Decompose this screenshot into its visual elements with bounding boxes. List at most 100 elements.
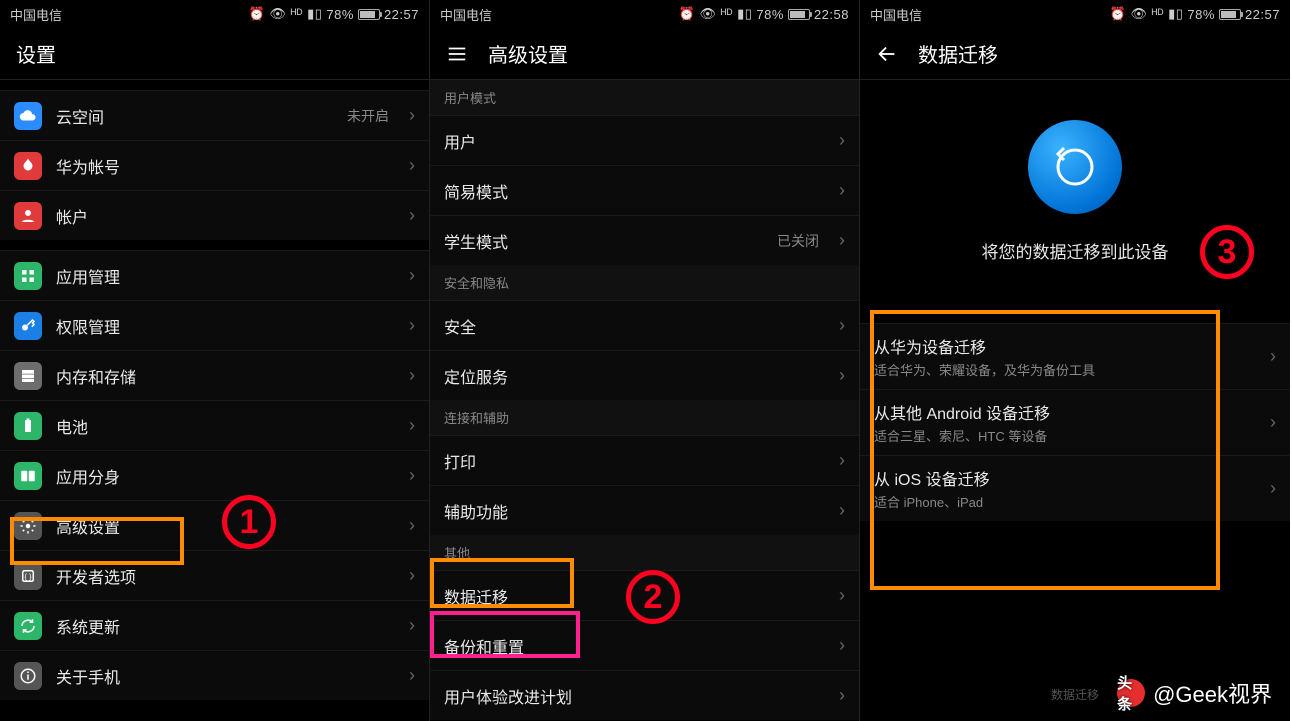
clock: 22:57 bbox=[384, 7, 419, 22]
row-label: 关于手机 bbox=[56, 664, 395, 688]
carrier-label: 中国电信 bbox=[870, 5, 922, 24]
row-label: 备份和重置 bbox=[444, 634, 825, 658]
advanced-settings-list: 用户模式用户›简易模式›学生模式已关闭›安全和隐私安全›定位服务›连接和辅助打印… bbox=[430, 80, 859, 720]
about-phone-icon bbox=[14, 662, 42, 690]
row-accessibility[interactable]: 辅助功能› bbox=[430, 485, 859, 535]
option-title: 从 iOS 设备迁移 bbox=[874, 466, 1260, 490]
battery-icon bbox=[788, 9, 810, 20]
status-icons: ⏰ 👁 ᴴᴰ ▮▯ bbox=[1110, 6, 1184, 22]
option-title: 从其他 Android 设备迁移 bbox=[874, 400, 1260, 424]
row-label: 应用管理 bbox=[56, 264, 395, 288]
menu-icon[interactable] bbox=[446, 43, 468, 65]
permission-mgmt-icon bbox=[14, 312, 42, 340]
row-student-mode[interactable]: 学生模式已关闭› bbox=[430, 215, 859, 265]
carrier-label: 中国电信 bbox=[10, 5, 62, 24]
chevron-right-icon: › bbox=[409, 515, 415, 536]
row-simple-mode[interactable]: 简易模式 › bbox=[430, 165, 859, 215]
row-label: 权限管理 bbox=[56, 314, 395, 338]
screens-container: 中国电信 ⏰ 👁 ᴴᴰ ▮▯ 78% 22:57 设置 云空间未开启›华为帐号›… bbox=[0, 0, 1292, 721]
row-data-migration[interactable]: 数据迁移 › bbox=[430, 570, 859, 620]
option-subtitle: 适合 iPhone、iPad bbox=[874, 492, 1260, 511]
app-header: 设置 bbox=[0, 28, 429, 80]
page-title: 设置 bbox=[16, 39, 56, 68]
row-app-twin[interactable]: 应用分身 › bbox=[0, 450, 429, 500]
app-header: 高级设置 bbox=[430, 28, 859, 80]
back-icon[interactable] bbox=[876, 43, 898, 65]
developer-options-icon: { } bbox=[14, 562, 42, 590]
row-app-management[interactable]: 应用管理 › bbox=[0, 250, 429, 300]
row-label: 系统更新 bbox=[56, 614, 395, 638]
migration-options: 从华为设备迁移适合华为、荣耀设备，及华为备份工具 › 从其他 Android 设备迁… bbox=[860, 283, 1290, 521]
section-header: 安全和隐私 bbox=[430, 265, 859, 300]
row-security[interactable]: 安全› bbox=[430, 300, 859, 350]
row-label: 内存和存储 bbox=[56, 364, 395, 388]
chevron-right-icon: › bbox=[839, 585, 845, 606]
option-subtitle: 适合华为、荣耀设备，及华为备份工具 bbox=[874, 360, 1260, 379]
row-label: 高级设置 bbox=[56, 514, 395, 538]
system-update-icon bbox=[14, 612, 42, 640]
settings-list: 云空间未开启›华为帐号›帐户›应用管理›权限管理›内存和存储›电池›应用分身›高… bbox=[0, 80, 429, 700]
chevron-right-icon: › bbox=[409, 365, 415, 386]
battery-icon bbox=[1219, 9, 1241, 20]
chevron-right-icon: › bbox=[839, 635, 845, 656]
row-printing[interactable]: 打印› bbox=[430, 435, 859, 485]
option-from-android[interactable]: 从其他 Android 设备迁移适合三星、索尼、HTC 等设备› bbox=[860, 389, 1290, 455]
option-from-ios[interactable]: 从 iOS 设备迁移适合 iPhone、iPad › bbox=[860, 455, 1290, 521]
section-header: 用户模式 bbox=[430, 80, 859, 115]
chevron-right-icon: › bbox=[839, 180, 845, 201]
row-cloud[interactable]: 云空间未开启› bbox=[0, 90, 429, 140]
page-title: 数据迁移 bbox=[918, 39, 998, 68]
chevron-right-icon: › bbox=[839, 685, 845, 706]
svg-text:{ }: { } bbox=[24, 572, 32, 581]
row-ux-improvement[interactable]: 用户体验改进计划› bbox=[430, 670, 859, 720]
footer-hint: 数据迁移 bbox=[1051, 686, 1099, 703]
battery-icon bbox=[358, 9, 380, 20]
row-label: 应用分身 bbox=[56, 464, 395, 488]
row-system-update[interactable]: 系统更新 › bbox=[0, 600, 429, 650]
status-bar: 中国电信 ⏰ 👁 ᴴᴰ ▮▯ 78% 22:58 bbox=[430, 0, 859, 28]
row-users[interactable]: 用户 › bbox=[430, 115, 859, 165]
chevron-right-icon: › bbox=[409, 665, 415, 686]
chevron-right-icon: › bbox=[409, 265, 415, 286]
row-about-phone[interactable]: 关于手机 › bbox=[0, 650, 429, 700]
watermark: 头条 @Geek视界 bbox=[1117, 677, 1272, 709]
row-label: 开发者选项 bbox=[56, 564, 395, 588]
advanced-settings-icon bbox=[14, 512, 42, 540]
option-title: 从华为设备迁移 bbox=[874, 334, 1260, 358]
row-advanced-settings[interactable]: 高级设置 › bbox=[0, 500, 429, 550]
row-battery[interactable]: 电池› bbox=[0, 400, 429, 450]
chevron-right-icon: › bbox=[409, 105, 415, 126]
chevron-right-icon: › bbox=[839, 365, 845, 386]
chevron-right-icon: › bbox=[839, 130, 845, 151]
carrier-label: 中国电信 bbox=[440, 5, 492, 24]
chevron-right-icon: › bbox=[409, 465, 415, 486]
accounts-icon bbox=[14, 202, 42, 230]
row-location[interactable]: 定位服务 › bbox=[430, 350, 859, 400]
chevron-right-icon: › bbox=[409, 415, 415, 436]
page-title: 高级设置 bbox=[488, 39, 568, 68]
row-backup-reset[interactable]: 备份和重置 › bbox=[430, 620, 859, 670]
row-value: 未开启 bbox=[347, 106, 389, 126]
status-icons: ⏰ 👁 ᴴᴰ ▮▯ bbox=[679, 6, 753, 22]
row-label: 简易模式 bbox=[444, 179, 825, 203]
row-developer-options[interactable]: { }开发者选项› bbox=[0, 550, 429, 600]
app-twin-icon bbox=[14, 462, 42, 490]
row-label: 用户 bbox=[444, 129, 825, 153]
chevron-right-icon: › bbox=[1270, 478, 1276, 499]
row-huawei-id[interactable]: 华为帐号› bbox=[0, 140, 429, 190]
row-storage[interactable]: 内存和存储 › bbox=[0, 350, 429, 400]
row-label: 定位服务 bbox=[444, 364, 825, 388]
chevron-right-icon: › bbox=[839, 500, 845, 521]
app-management-icon bbox=[14, 262, 42, 290]
status-icons: ⏰ 👁 ᴴᴰ ▮▯ bbox=[249, 6, 323, 22]
section-header: 连接和辅助 bbox=[430, 400, 859, 435]
option-from-huawei[interactable]: 从华为设备迁移适合华为、荣耀设备，及华为备份工具› bbox=[860, 323, 1290, 389]
row-permission-mgmt[interactable]: 权限管理› bbox=[0, 300, 429, 350]
chevron-right-icon: › bbox=[409, 615, 415, 636]
app-header: 数据迁移 bbox=[860, 28, 1290, 80]
row-accounts[interactable]: 帐户› bbox=[0, 190, 429, 240]
row-label: 学生模式 bbox=[444, 229, 763, 253]
chevron-right-icon: › bbox=[409, 155, 415, 176]
row-label: 数据迁移 bbox=[444, 584, 825, 608]
row-label: 安全 bbox=[444, 314, 825, 338]
